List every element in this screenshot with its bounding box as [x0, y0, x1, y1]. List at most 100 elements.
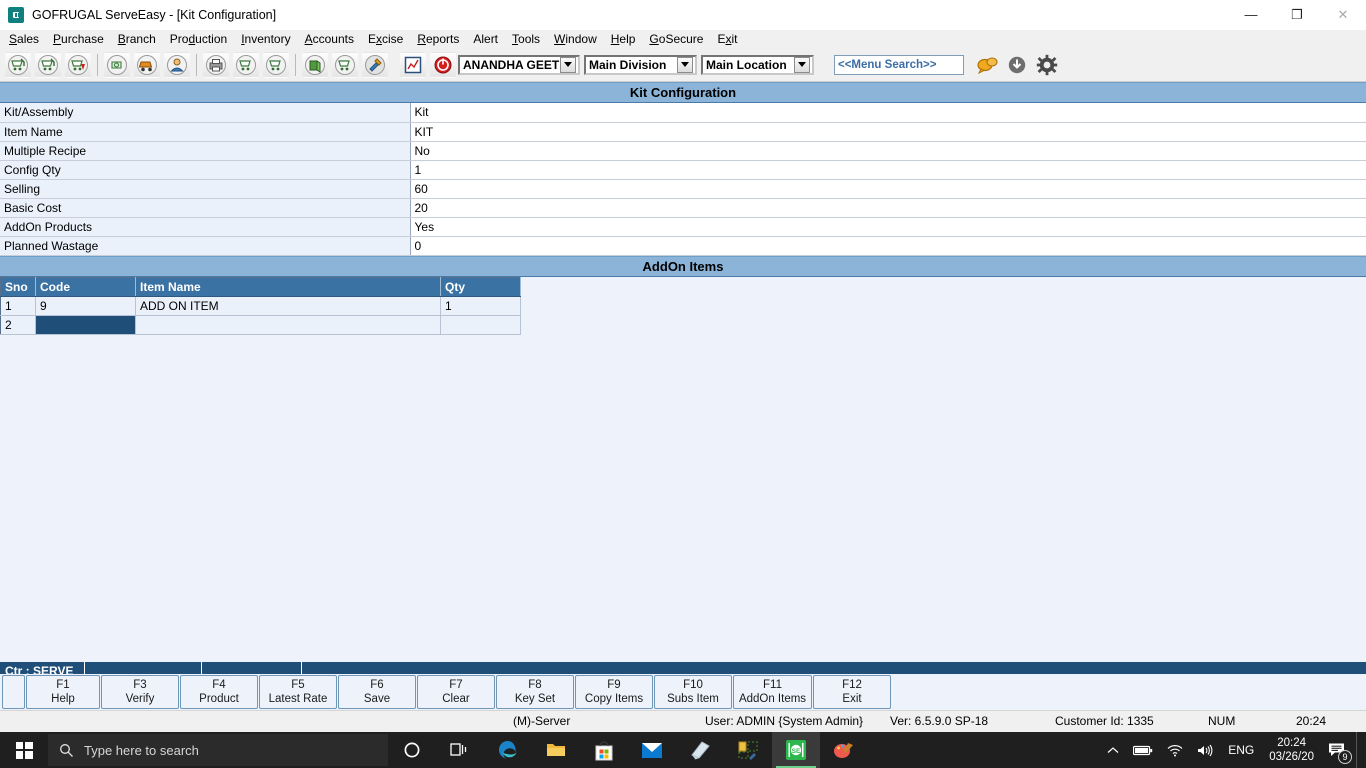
taskbar-clock[interactable]: 20:24 03/26/20: [1261, 732, 1322, 768]
new-sale-icon[interactable]: [5, 52, 31, 78]
taskbar-search-input[interactable]: Type here to search: [48, 734, 388, 766]
table-row[interactable]: 1 9 ADD ON ITEM 1: [1, 296, 521, 315]
wifi-icon[interactable]: [1160, 732, 1190, 768]
download-arrow-icon[interactable]: [1004, 52, 1030, 78]
menu-item-branch[interactable]: Branch: [111, 30, 163, 48]
cell-item-name[interactable]: ADD ON ITEM: [136, 296, 441, 315]
mail-icon[interactable]: [628, 732, 676, 768]
table-row[interactable]: 2: [1, 315, 521, 334]
field-value[interactable]: 0: [410, 236, 1366, 255]
table-row[interactable]: Config Qty 1: [0, 160, 1366, 179]
customer-icon[interactable]: [164, 52, 190, 78]
fkey-f12-exit[interactable]: F12 Exit: [813, 675, 891, 709]
field-value[interactable]: Kit: [410, 103, 1366, 122]
menu-item-gosecure[interactable]: GoSecure: [642, 30, 710, 48]
field-value[interactable]: 1: [410, 160, 1366, 179]
delivery-icon[interactable]: [134, 52, 160, 78]
notification-icon[interactable]: 9: [1322, 732, 1356, 768]
speaker-icon[interactable]: [1190, 732, 1221, 768]
cortana-circle-icon[interactable]: [388, 732, 436, 768]
column-header-sno[interactable]: Sno: [1, 277, 36, 296]
table-row[interactable]: AddOn Products Yes: [0, 217, 1366, 236]
table-row[interactable]: Basic Cost 20: [0, 198, 1366, 217]
menu-search-input[interactable]: <<Menu Search>>: [834, 55, 964, 75]
tools-icon[interactable]: [362, 52, 388, 78]
table-row[interactable]: Selling 60: [0, 179, 1366, 198]
cash-icon[interactable]: [104, 52, 130, 78]
dev-tools-icon[interactable]: [724, 732, 772, 768]
fkey-f11-addon-items[interactable]: F11 AddOn Items: [733, 675, 812, 709]
table-row[interactable]: Item Name KIT: [0, 122, 1366, 141]
chevron-down-icon[interactable]: [677, 57, 693, 73]
chevron-down-icon[interactable]: [560, 57, 576, 73]
menu-item-sales[interactable]: Sales: [2, 30, 46, 48]
fkey-f7-clear[interactable]: F7 Clear: [417, 675, 495, 709]
chat-bubble-icon[interactable]: [974, 52, 1000, 78]
column-header-qty[interactable]: Qty: [441, 277, 521, 296]
paint-icon[interactable]: [820, 732, 868, 768]
show-desktop-button[interactable]: [1356, 732, 1362, 768]
language-indicator[interactable]: ENG: [1221, 732, 1261, 768]
field-value[interactable]: 60: [410, 179, 1366, 198]
cart-misc-icon[interactable]: [332, 52, 358, 78]
microsoft-store-icon[interactable]: [580, 732, 628, 768]
fkey-f10-subs-item[interactable]: F10 Subs Item: [654, 675, 732, 709]
fkey-f6-save[interactable]: F6 Save: [338, 675, 416, 709]
edge-icon[interactable]: [484, 732, 532, 768]
minimize-button[interactable]: —: [1228, 0, 1274, 30]
field-value[interactable]: No: [410, 141, 1366, 160]
fkey-f9-copy-items[interactable]: F9 Copy Items: [575, 675, 653, 709]
fkey-f4-product[interactable]: F4 Product: [180, 675, 258, 709]
field-value[interactable]: 20: [410, 198, 1366, 217]
menu-item-excise[interactable]: Excise: [361, 30, 410, 48]
column-header-item-name[interactable]: Item Name: [136, 277, 441, 296]
menu-item-window[interactable]: Window: [547, 30, 604, 48]
table-row[interactable]: Planned Wastage 0: [0, 236, 1366, 255]
cell-code-selected[interactable]: [36, 315, 136, 334]
file-explorer-icon[interactable]: [532, 732, 580, 768]
cart-add-icon[interactable]: [233, 52, 259, 78]
menu-item-inventory[interactable]: Inventory: [234, 30, 297, 48]
location-combo[interactable]: Main Location: [701, 55, 814, 75]
field-value[interactable]: KIT: [410, 122, 1366, 141]
menu-item-accounts[interactable]: Accounts: [298, 30, 361, 48]
task-view-icon[interactable]: [436, 732, 484, 768]
fkey-f5-latest-rate[interactable]: F5 Latest Rate: [259, 675, 337, 709]
field-value[interactable]: Yes: [410, 217, 1366, 236]
windows-start-icon[interactable]: [0, 732, 48, 768]
division-combo[interactable]: Main Division: [584, 55, 697, 75]
menu-item-reports[interactable]: Reports: [410, 30, 466, 48]
maximize-button[interactable]: ❐: [1274, 0, 1320, 30]
delete-sale-icon[interactable]: [65, 52, 91, 78]
chart-icon[interactable]: [400, 52, 426, 78]
company-combo[interactable]: ANANDHA GEET: [458, 55, 580, 75]
cell-qty[interactable]: 1: [441, 296, 521, 315]
menu-item-production[interactable]: Production: [163, 30, 234, 48]
edit-sale-icon[interactable]: [35, 52, 61, 78]
fkey-f3-verify[interactable]: F3 Verify: [101, 675, 179, 709]
power-icon[interactable]: [430, 52, 456, 78]
table-row[interactable]: Multiple Recipe No: [0, 141, 1366, 160]
chevron-down-icon[interactable]: [794, 57, 810, 73]
cell-code[interactable]: 9: [36, 296, 136, 315]
menu-item-help[interactable]: Help: [604, 30, 643, 48]
print-icon[interactable]: [203, 52, 229, 78]
cart-edit-icon[interactable]: [263, 52, 289, 78]
menu-item-purchase[interactable]: Purchase: [46, 30, 111, 48]
sticky-notes-icon[interactable]: [676, 732, 724, 768]
stock-icon[interactable]: [302, 52, 328, 78]
menu-item-exit[interactable]: Exit: [710, 30, 744, 48]
fkey-f1-help[interactable]: F1 Help: [26, 675, 100, 709]
column-header-code[interactable]: Code: [36, 277, 136, 296]
serveeasy-app-icon[interactable]: SE: [772, 732, 820, 768]
menu-item-tools[interactable]: Tools: [505, 30, 547, 48]
gear-icon[interactable]: [1034, 52, 1060, 78]
chevron-up-icon[interactable]: [1100, 732, 1126, 768]
fkey-f8-key-set[interactable]: F8 Key Set: [496, 675, 574, 709]
menu-item-alert[interactable]: Alert: [466, 30, 505, 48]
cell-item-name[interactable]: [136, 315, 441, 334]
cell-qty[interactable]: [441, 315, 521, 334]
table-row[interactable]: Kit/Assembly Kit: [0, 103, 1366, 122]
close-button[interactable]: ✕: [1320, 0, 1366, 30]
battery-icon[interactable]: [1126, 732, 1160, 768]
